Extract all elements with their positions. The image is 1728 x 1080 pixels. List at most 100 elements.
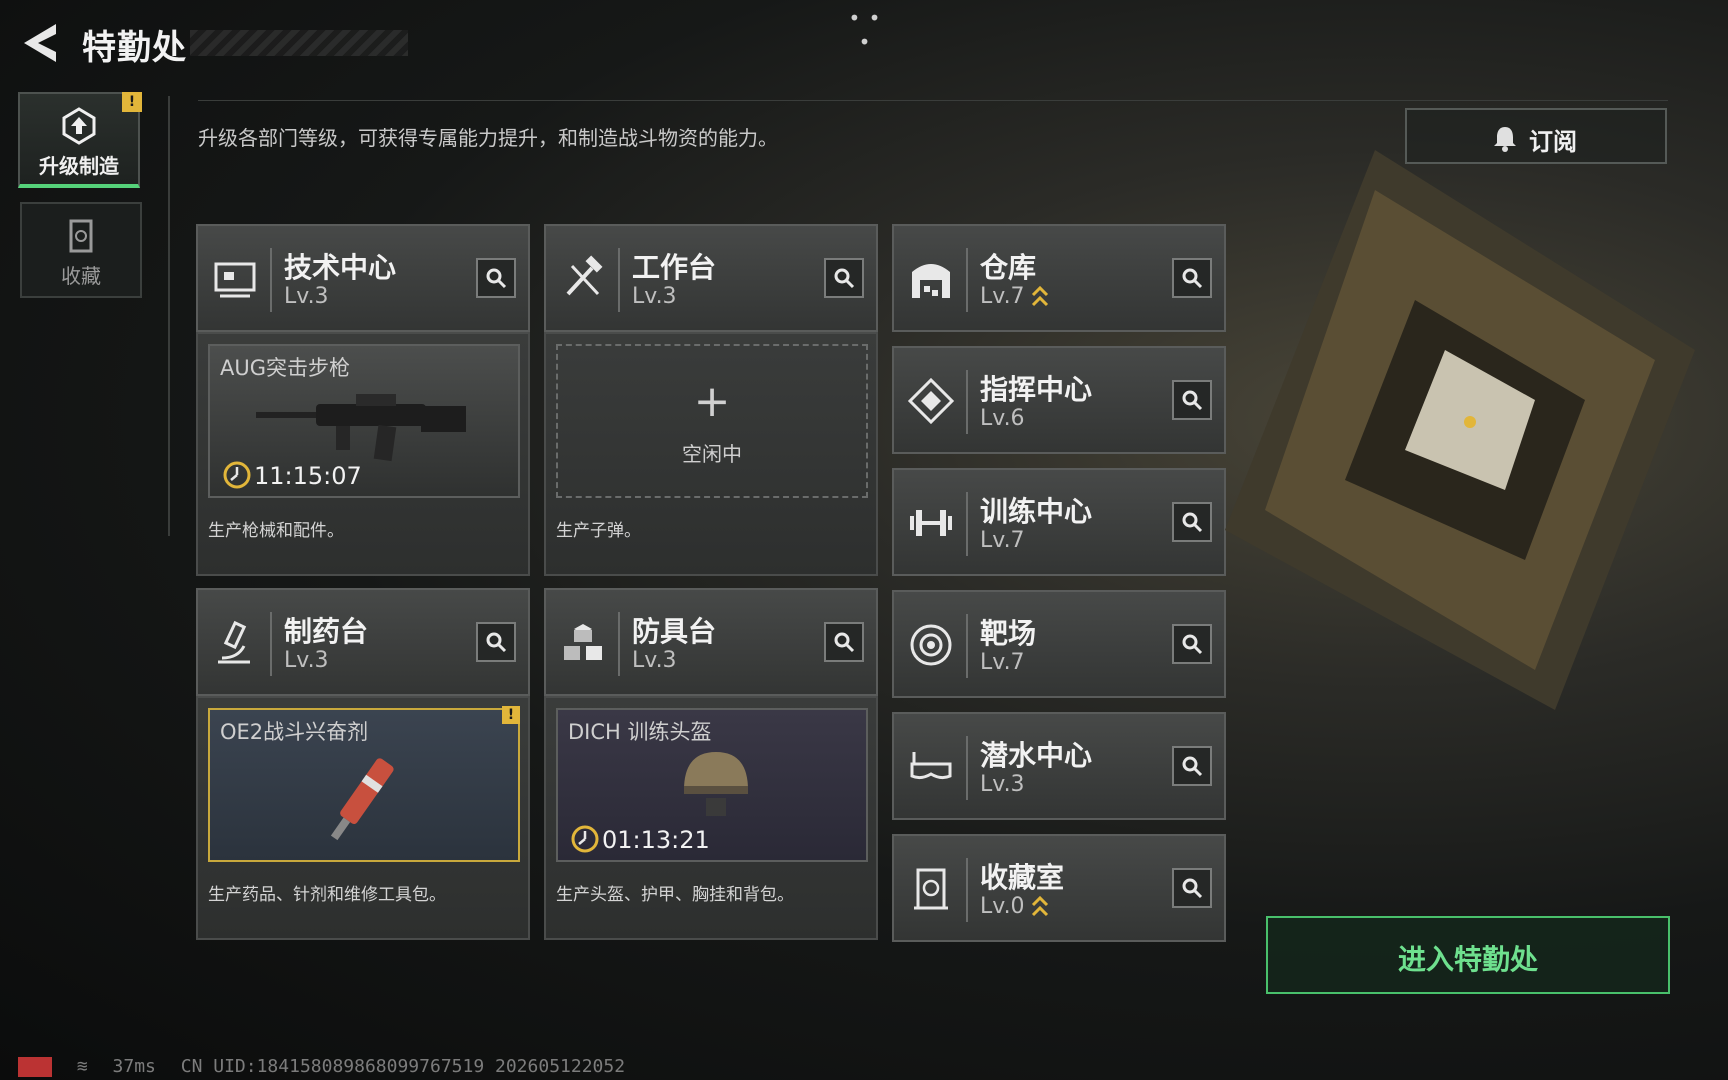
facility-level: Lv.6 [980,406,1025,431]
facility-level: Lv.7 [980,284,1025,309]
alert-badge: ! [502,706,520,724]
facility-name: 收藏室 [980,861,1065,894]
facility-level: Lv.3 [632,648,677,673]
cubes-icon [564,624,602,660]
facility-shooting-range[interactable]: 靶场 Lv.7 [892,590,1226,698]
title-decoration [190,30,408,56]
facility-collection-room[interactable]: 收藏室 Lv.0 [892,834,1226,942]
facility-name: 靶场 [980,617,1037,650]
ping-value: 37ms [112,1056,156,1077]
search-button[interactable] [824,258,864,298]
microscope-icon [218,620,250,664]
facility-level-row: Lv.7 [980,284,1049,309]
search-button[interactable] [824,622,864,662]
more-options-icon[interactable]: • • • [845,6,885,54]
page-description: 升级各部门等级，可获得专属能力提升，和制造战斗物资的能力。 [198,126,778,150]
back-button[interactable] [20,20,60,66]
search-icon [1182,512,1203,533]
facility-command-center[interactable]: 指挥中心 Lv.6 [892,346,1226,454]
enter-facility-button[interactable]: 进入特勤处 [1266,916,1670,994]
facility-level: Lv.3 [284,648,329,673]
separator [270,248,272,312]
helmet-image [684,752,748,816]
facility-name: 训练中心 [980,495,1093,528]
search-button[interactable] [1172,258,1212,298]
production-item-name: OE2战斗兴奋剂 [220,720,369,744]
search-button[interactable] [1172,502,1212,542]
search-button[interactable] [1172,624,1212,664]
search-icon [834,268,855,289]
command-icon [907,377,955,425]
clock-icon [571,825,599,853]
search-icon [486,268,507,289]
collection-icon [69,219,93,253]
facility-pharmacy[interactable]: 制药台 Lv.3 [196,588,530,696]
facility-name: 指挥中心 [980,373,1093,406]
separator [270,612,272,676]
search-button[interactable] [1172,868,1212,908]
search-icon [1182,878,1203,899]
clock-icon [223,461,251,489]
production-item-name: DICH 训练头盔 [568,720,712,744]
separator [966,614,968,678]
search-button[interactable] [476,622,516,662]
facility-dive-center[interactable]: 潜水中心 Lv.3 [892,712,1226,820]
search-icon [1182,634,1203,655]
separator [966,736,968,800]
battery-icon [18,1057,52,1077]
idle-slot[interactable]: + 空闲中 [556,344,868,498]
search-button[interactable] [1172,746,1212,786]
tab-label: 收藏 [61,264,101,288]
search-button[interactable] [1172,380,1212,420]
wifi-icon: ≋ [76,1056,88,1077]
upgrade-chevron-icon [1031,285,1048,307]
workbench-production-card: + 空闲中 生产子弹。 [544,332,878,576]
facility-tech-center[interactable]: 技术中心 Lv.3 [196,224,530,332]
armor-bench-production-card: DICH 训练头盔 01:13:21 生产头盔、护甲、胸挂和背包。 [544,696,878,940]
hammer-wrench-icon [566,255,603,296]
facility-name: 潜水中心 [980,739,1093,772]
idle-label: 空闲中 [682,442,742,466]
facility-level-row: Lv.0 [980,894,1049,919]
facility-description: 生产子弹。 [556,521,641,541]
collection-room-icon [914,868,948,910]
facility-level: Lv.3 [980,772,1025,797]
production-slot[interactable]: DICH 训练头盔 01:13:21 [556,708,868,862]
alert-badge: ! [122,92,142,112]
search-icon [1182,268,1203,289]
upgrade-icon [62,107,96,145]
tab-label: 升级制造 [39,154,119,178]
search-icon [486,632,507,653]
enter-button-label: 进入特勤处 [1397,943,1538,976]
facility-description: 生产头盔、护甲、胸挂和背包。 [556,885,794,905]
production-slot[interactable]: OE2战斗兴奋剂 [208,708,520,862]
facility-workbench[interactable]: 工作台 Lv.3 [544,224,878,332]
bell-icon [1494,127,1516,152]
production-slot[interactable]: AUG突击步枪 11:15:07 [208,344,520,498]
facility-warehouse[interactable]: 仓库 Lv.7 [892,224,1226,332]
nav-divider [168,96,170,536]
separator [966,858,968,922]
facility-level: Lv.3 [632,284,677,309]
facility-armor-bench[interactable]: 防具台 Lv.3 [544,588,878,696]
header-divider [198,100,1668,101]
diving-mask-icon [910,752,952,780]
separator [966,492,968,556]
separator [618,612,620,676]
separator [966,370,968,434]
pharmacy-production-card: OE2战斗兴奋剂 ! 生产药品、针剂和维修工具包。 [196,696,530,940]
facility-description: 生产药品、针剂和维修工具包。 [208,885,446,905]
facility-name: 技术中心 [284,251,397,284]
upgrade-chevron-icon [1031,895,1048,917]
warehouse-icon [912,264,950,298]
rifle-image [256,394,466,462]
facility-name: 工作台 [632,251,717,284]
production-timer: 11:15:07 [254,462,362,490]
search-icon [834,632,855,653]
facility-training-center[interactable]: 训练中心 Lv.7 [892,468,1226,576]
facility-level: Lv.3 [284,284,329,309]
search-button[interactable] [476,258,516,298]
tab-collection[interactable]: 收藏 [20,202,142,298]
facility-level: Lv.7 [980,528,1025,553]
add-icon: + [693,376,731,427]
